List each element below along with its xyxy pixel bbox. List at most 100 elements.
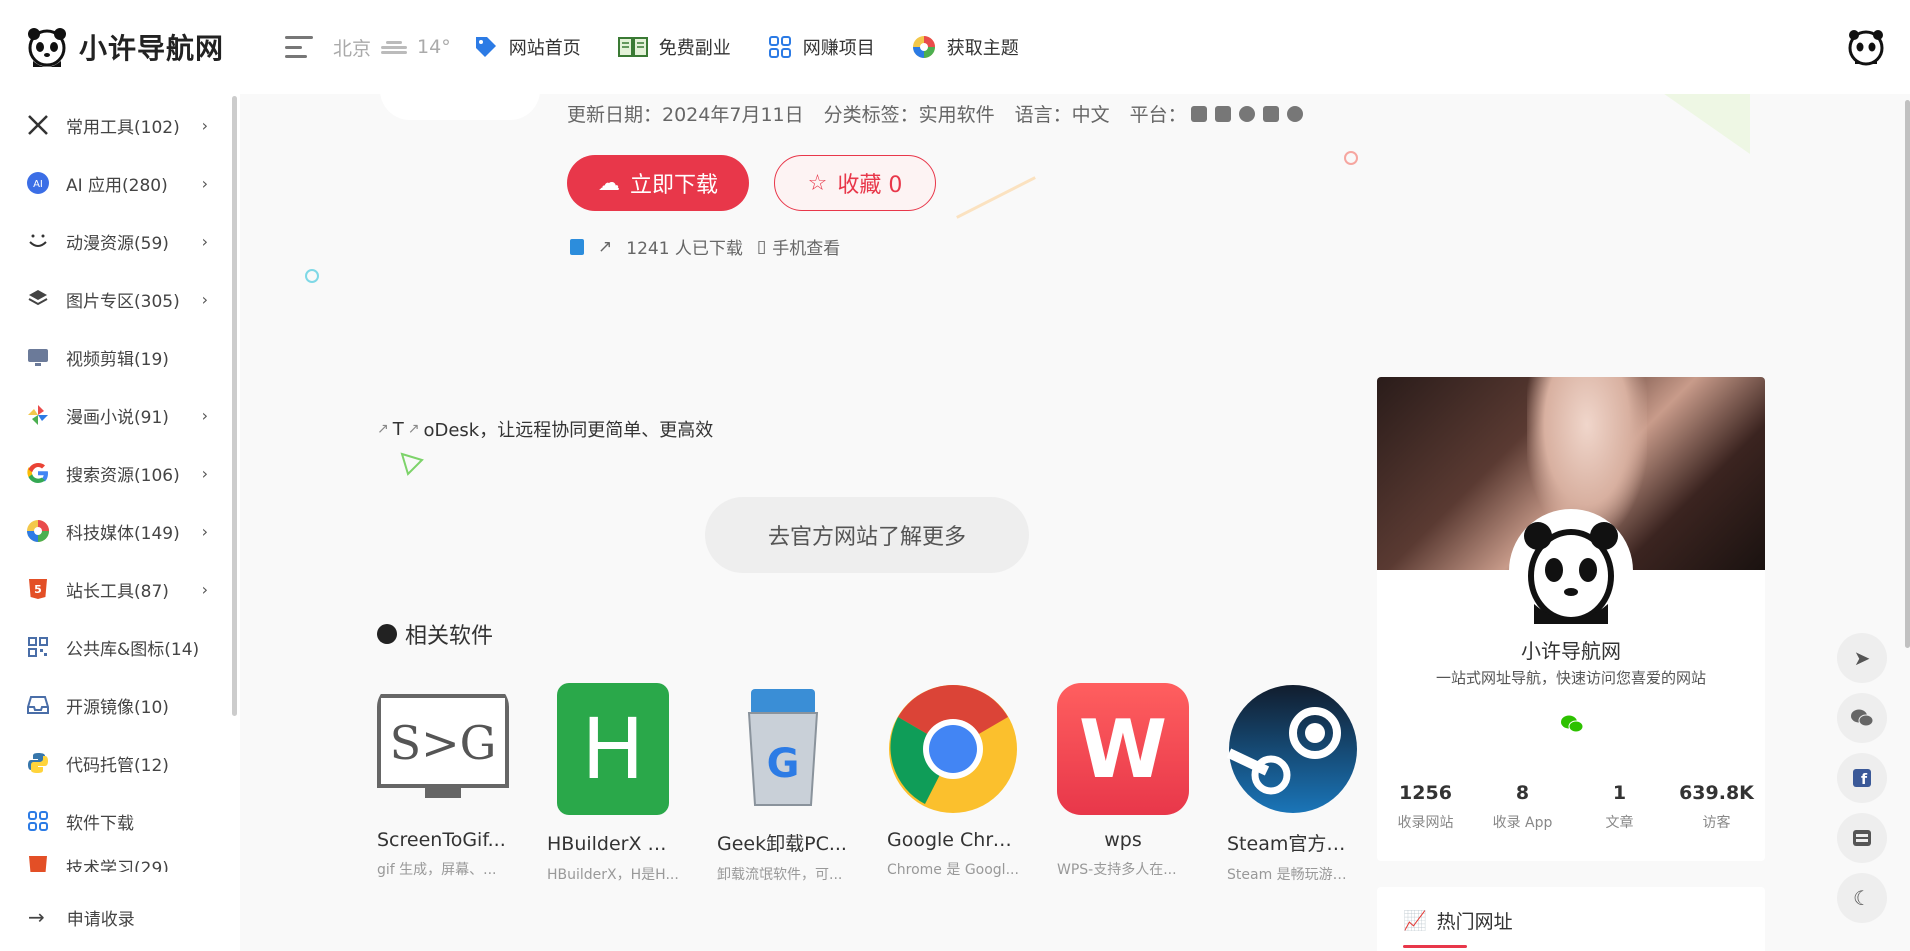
software-name: ScreenToGif... [377, 829, 506, 851]
apps-icon [26, 809, 50, 833]
site-logo[interactable]: 小许导航网 [25, 25, 255, 69]
software-name: Google Chro... [887, 829, 1019, 851]
profile-stats: 1256 收录网站 8 收录 App 1 文章 639.8K 访客 [1377, 782, 1765, 832]
nav-themes[interactable]: 获取主题 [911, 34, 1019, 60]
list-item[interactable]: H HBuilderX 官... HBuilderX，H是H... [547, 683, 679, 884]
list-item[interactable]: S>G ScreenToGif... gif 生成，屏幕、... [377, 683, 509, 884]
tools-icon [26, 113, 50, 137]
weather-widget[interactable]: 北京 14° [333, 34, 451, 61]
related-software-list: S>G ScreenToGif... gif 生成，屏幕、... H HBuil… [377, 683, 1359, 884]
google-icon [26, 461, 50, 485]
profile-name: 小许导航网 [1521, 639, 1621, 663]
sidebar-item-label: 常用工具(102) [66, 117, 180, 138]
official-site-button[interactable]: 去官方网站了解更多 [705, 497, 1029, 573]
stat-sites: 1256 收录网站 [1397, 782, 1454, 831]
sidebar-item-search[interactable]: 搜索资源(106) › [0, 444, 230, 502]
nav-home[interactable]: 网站首页 [473, 34, 581, 60]
sidebar-item-webmaster[interactable]: 5 站长工具(87) › [0, 560, 230, 618]
inbox-icon [26, 693, 50, 717]
profile-desc: 一站式网址导航，快速访问您喜爱的网站 [1435, 669, 1706, 687]
sidebar-item-video[interactable]: 视频剪辑(19) [0, 328, 230, 386]
mobile-view[interactable]: ▯ 手机查看 [757, 234, 841, 260]
book-icon [617, 37, 648, 57]
layers-icon [26, 287, 50, 311]
download-button[interactable]: ☁ 立即下载 [567, 155, 749, 211]
software-name: Steam官方下... [1227, 833, 1359, 855]
software-name: Geek卸载PC... [717, 833, 847, 855]
svg-text:f: f [1861, 772, 1868, 787]
software-desc: Steam 是畅玩游戏... [1227, 867, 1359, 883]
download-count: 1241 人已下载 [626, 239, 743, 259]
sidebar-item-label: 搜索资源(106) [66, 465, 180, 486]
arrow-right-icon: → [28, 905, 45, 929]
menu-toggle-icon[interactable] [285, 36, 313, 58]
top-arrow-icon[interactable]: ➤ [1837, 633, 1887, 683]
github-icon [377, 624, 397, 644]
steam-icon [1227, 683, 1359, 815]
apple-icon [1286, 105, 1303, 122]
calculator-icon[interactable] [1837, 813, 1887, 863]
sidebar-item-tools[interactable]: 常用工具(102) › [0, 96, 230, 154]
sidebar-item-images[interactable]: 图片专区(305) › [0, 270, 230, 328]
apply-listing-button[interactable]: → 申请收录 [0, 890, 240, 944]
panda-logo-icon [28, 28, 66, 67]
nav-home-label: 网站首页 [508, 38, 581, 59]
chevron-right-icon: › [201, 289, 208, 309]
platform-label: 平台： [1129, 104, 1187, 126]
external-link-icon[interactable]: ↗ [408, 421, 420, 437]
user-avatar-icon[interactable] [1847, 28, 1885, 66]
sidebar-scrollbar[interactable] [232, 96, 237, 716]
sidebar-item-label: 软件下载 [66, 813, 134, 834]
color-wheel-icon [912, 36, 935, 58]
html5-icon: 5 [26, 577, 50, 601]
favorite-button[interactable]: ☆ 收藏 0 [774, 155, 936, 211]
page-scrollbar[interactable] [1905, 100, 1910, 648]
sidebar-item-learning[interactable]: 技术学习(29) [0, 850, 230, 872]
grid-icon [768, 36, 791, 58]
apply-label: 申请收录 [66, 909, 135, 930]
mobile-view-label: 手机查看 [772, 239, 841, 259]
decoration [1344, 151, 1358, 165]
sidebar-item-comics[interactable]: 漫画小说(91) › [0, 386, 230, 444]
chevron-right-icon: › [201, 521, 208, 541]
nav-projects[interactable]: 网赚项目 [767, 34, 875, 60]
category-tag[interactable]: 分类标签：实用软件 [824, 100, 995, 127]
related-title-text: 相关软件 [405, 624, 494, 649]
sidebar-item-code-hosting[interactable]: 代码托管(12) [0, 734, 230, 792]
software-desc: WPS-支持多人在... [1057, 862, 1177, 878]
sidebar-item-tech-media[interactable]: 科技媒体(149) › [0, 502, 230, 560]
site-name: 小许导航网 [79, 32, 225, 65]
list-item[interactable]: Steam官方下... Steam 是畅玩游戏... [1227, 683, 1359, 884]
sidebar-item-label: 科技媒体(149) [66, 523, 180, 544]
software-desc: 卸载流氓软件，可... [717, 867, 843, 883]
wechat-icon[interactable] [1561, 715, 1583, 733]
software-desc: HBuilderX，H是H... [547, 867, 679, 883]
language: 语言：中文 [1014, 104, 1110, 126]
list-item[interactable]: G Geek卸载PC... 卸载流氓软件，可... [717, 683, 849, 884]
list-item[interactable]: Google Chro... Chrome 是 Googl... [887, 683, 1019, 884]
chrome-icon [887, 683, 1019, 815]
external-link-icon[interactable]: ↗ [377, 421, 389, 437]
geek-uninstaller-icon: G [717, 683, 849, 815]
sidebar-item-ai[interactable]: AI AI 应用(280) › [0, 154, 230, 212]
software-name: HBuilderX 官... [547, 833, 679, 855]
html5-icon [26, 854, 50, 872]
wechat-icon[interactable] [1837, 693, 1887, 743]
sidebar-item-label: 开源镜像(10) [66, 697, 169, 718]
nav-side-job[interactable]: 免费副业 [617, 34, 731, 60]
moon-icon[interactable]: ☾ [1837, 873, 1887, 923]
software-meta: 更新日期：2024年7月11日 分类标签：实用软件 语言：中文 平台： [567, 100, 1303, 127]
sidebar-item-libraries[interactable]: 公共库&图标(14) [0, 618, 230, 676]
decoration [305, 269, 319, 283]
profile-avatar[interactable] [1509, 509, 1633, 633]
facebook-icon[interactable]: f [1837, 753, 1887, 803]
list-item[interactable]: W wps WPS-支持多人在... [1057, 683, 1189, 884]
sidebar-item-mirrors[interactable]: 开源镜像(10) [0, 676, 230, 734]
sidebar-item-software[interactable]: 软件下载 [0, 792, 230, 850]
sidebar-item-anime[interactable]: 动漫资源(59) › [0, 212, 230, 270]
chevron-right-icon: › [201, 115, 208, 135]
nav-side-job-label: 免费副业 [658, 38, 731, 59]
category-sidebar: 常用工具(102) › AI AI 应用(280) › 动漫资源(59) › 图… [0, 94, 240, 951]
download-stats: ↗ 1241 人已下载 ▯ 手机查看 [570, 234, 840, 259]
chevron-right-icon: › [201, 463, 208, 483]
